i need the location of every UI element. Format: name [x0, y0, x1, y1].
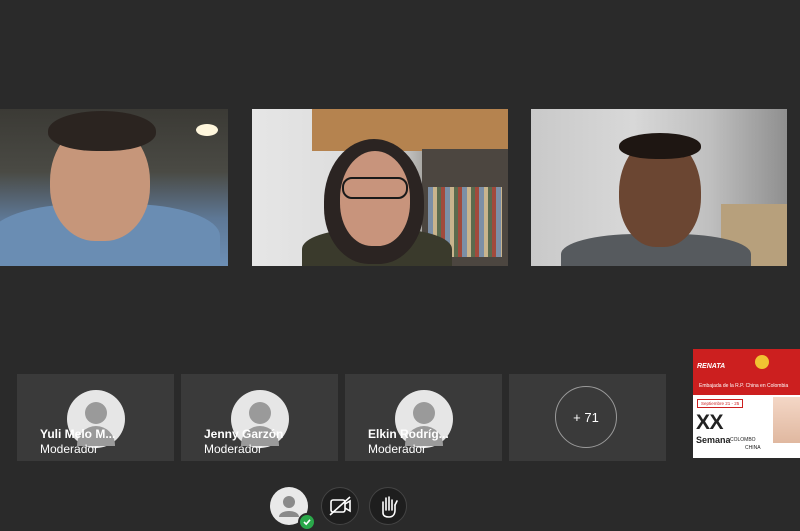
more-participants-count: + 71 [555, 386, 617, 448]
participant-tile[interactable]: Elkin Rodríg... Moderador [345, 374, 502, 461]
participant-name: Yuli Melo M... [40, 427, 116, 441]
ceiling-wood [312, 109, 508, 151]
participant-hair [619, 133, 701, 159]
user-icon [84, 402, 107, 424]
video-feed-3[interactable] [531, 109, 787, 266]
participant-tile[interactable]: Yuli Melo M... Moderador [17, 374, 174, 461]
participant-role: Moderador [204, 442, 263, 456]
participant-role: Moderador [368, 442, 427, 456]
video-feed-1[interactable] [0, 109, 228, 266]
participant-name: Jenny Garzón [204, 427, 284, 441]
check-icon [298, 513, 316, 531]
more-participants-tile[interactable]: + 71 [509, 374, 666, 461]
camera-toggle-button[interactable] [321, 487, 359, 525]
participant-name: Elkin Rodríg... [368, 427, 449, 441]
banner-country2: CHINA [745, 445, 761, 451]
glasses [342, 177, 408, 199]
user-icon [248, 402, 271, 424]
participant-tile[interactable]: Jenny Garzón Moderador [181, 374, 338, 461]
video-feed-2[interactable] [252, 109, 508, 266]
ceiling-light [196, 124, 218, 136]
banner-event: Semana [696, 435, 731, 445]
banner-country1: COLOMBO [730, 437, 756, 443]
video-off-icon [329, 496, 351, 516]
participant-role: Moderador [40, 442, 99, 456]
banner-photo [773, 397, 800, 443]
event-banner: RENATA Embajada de la R.P. China en Colo… [693, 349, 800, 458]
raise-hand-button[interactable] [369, 487, 407, 525]
banner-dates: Septiembre 21 - 25 [697, 399, 744, 408]
participant-hair [48, 111, 156, 151]
renata-logo: RENATA [697, 363, 726, 370]
user-icon [412, 402, 435, 424]
banner-edition: XX [696, 411, 724, 434]
emblem-icon [755, 355, 769, 369]
banner-org: Embajada de la R.P. China en Colombia [699, 383, 789, 389]
raise-hand-icon [382, 496, 398, 518]
